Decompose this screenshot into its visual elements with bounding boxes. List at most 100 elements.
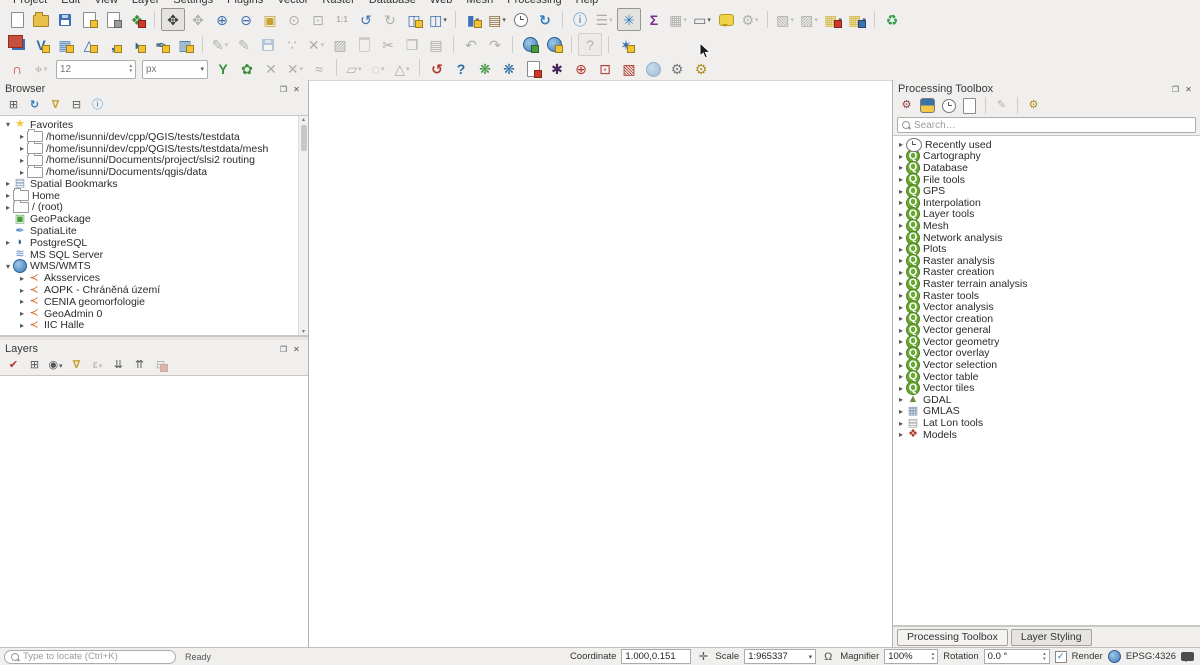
expander-icon[interactable]: ▸ [896,303,906,312]
menu-item[interactable]: Web [430,0,452,6]
processing-tree-item[interactable]: ▸ Q Vector geometry [893,336,1200,348]
expander-icon[interactable]: ▸ [3,203,13,212]
plugin-feature-green-button[interactable]: ❋ [474,59,496,80]
close-panel-button[interactable]: ✕ [1182,83,1195,95]
filter-browser-button[interactable]: ∇ [46,98,65,114]
expander-icon[interactable]: ▸ [896,233,906,242]
magnifier-spinbox[interactable]: 100% ▴▾ [884,649,938,664]
pan-map-button[interactable]: ✥ [161,8,185,31]
expander-icon[interactable]: ▸ [896,430,906,439]
messages-icon[interactable] [1181,652,1194,661]
copy-features-button[interactable]: ❐ [401,34,423,55]
processing-tree-item[interactable]: ▸ Q Raster tools [893,290,1200,302]
history-button[interactable] [939,98,958,114]
expander-icon[interactable]: ▸ [896,152,906,161]
processing-tree-item[interactable]: ▸ Q Vector creation [893,313,1200,325]
expander-icon[interactable]: ▸ [896,407,906,416]
add-delimited-text-button[interactable]: , [102,34,124,55]
processing-tree-item[interactable]: ▸ Q Vector tiles [893,382,1200,394]
processing-tree-item[interactable]: ▸ Q Mesh [893,220,1200,232]
statistical-summary-button[interactable]: Σ [643,9,665,30]
processing-tree-item[interactable]: ▸ Q Network analysis [893,232,1200,244]
menu-item[interactable]: Database [369,0,416,6]
current-edits-button[interactable]: ✎ ▾ [209,34,231,55]
plugin-share-button[interactable]: ♻ [881,9,903,30]
processing-tree-item[interactable]: ▸ Q Vector selection [893,359,1200,371]
expander-icon[interactable]: ▸ [896,326,906,335]
expander-icon[interactable]: ▸ [17,297,27,306]
expander-icon[interactable]: ▸ [896,256,906,265]
expander-icon[interactable]: ▸ [3,238,13,247]
expander-icon[interactable]: ▸ [896,268,906,277]
models-menu-button[interactable]: ⚙ [897,98,916,114]
expander-icon[interactable]: ▸ [896,395,906,404]
browser-tree-item[interactable]: ▸ ≺ GeoAdmin 0 [0,308,308,320]
zoom-native-button[interactable]: 1:1 [331,9,353,30]
edit-in-place-button[interactable]: ✎ [992,98,1011,114]
new-print-layout-button[interactable] [78,9,100,30]
zoom-next-button[interactable]: ↻ [379,9,401,30]
crs-globe-icon[interactable] [1108,650,1121,663]
ows-connections-button[interactable] [543,34,565,55]
vertex-tool-button[interactable]: ✕ ▾ [305,34,327,55]
expander-icon[interactable]: ▸ [896,163,906,172]
expander-icon[interactable]: ▸ [896,210,906,219]
expander-icon[interactable]: ▸ [3,191,13,200]
menu-item[interactable]: Raster [322,0,354,6]
expander-icon[interactable]: ▸ [896,140,906,149]
processing-tree-item[interactable]: ▸ ▲ GDAL [893,394,1200,406]
browser-tree-item[interactable]: ▸ ≺ Aksservices [0,272,308,284]
deselect-features-button[interactable]: ▨ ▾ [798,9,820,30]
processing-tree-item[interactable]: ▸ ▦ GMLAS [893,406,1200,418]
digitize-shape-button[interactable]: ▱ ▾ [343,59,365,80]
processing-tree-item[interactable]: ▸ Q Vector analysis [893,301,1200,313]
scroll-down-icon[interactable]: ▾ [302,328,305,335]
processing-tree-item[interactable]: ▸ Q Interpolation [893,197,1200,209]
float-panel-button[interactable]: ❐ [277,83,290,95]
paste-features-button[interactable]: ▤ [425,34,447,55]
measure-button[interactable]: ▭ ▾ [691,9,713,30]
snapping-tolerance-spinbox[interactable]: 12 ▴▾ [56,60,136,79]
python-scripts-button[interactable] [918,98,937,114]
add-record-button[interactable]: ∵ [281,34,303,55]
processing-tree-item[interactable]: ▸ Q Layer tools [893,209,1200,221]
processing-search-input[interactable]: Search… [897,117,1196,133]
processing-tree-item[interactable]: ▸ Q Cartography [893,151,1200,163]
zoom-out-button[interactable]: ⊖ [235,9,257,30]
scale-combo[interactable]: 1:965337 ▾ [744,649,816,664]
browser-tree-item[interactable]: ✒ SpatiaLite [0,225,308,237]
options-button[interactable]: ⚙ [1024,98,1043,114]
browser-tree-item[interactable]: ▸ Home [0,190,308,202]
digitize-circle-button[interactable]: ◌ ▾ [367,59,389,80]
toggle-editing-button[interactable]: ✎ [233,34,255,55]
pan-to-selection-button[interactable]: ✥ [187,9,209,30]
lock-scale-icon[interactable]: Ω [821,651,835,663]
attribute-table-button[interactable]: ▦ ▾ [667,9,689,30]
cut-features-button[interactable]: ✂ [377,34,399,55]
scrollbar-thumb[interactable] [301,125,307,151]
processing-tree-item[interactable]: ▸ Q Raster analysis [893,255,1200,267]
menu-item[interactable]: Plugins [227,0,263,6]
browser-tree-item[interactable]: ▸ /home/isunni/dev/cpp/QGIS/tests/testda… [0,131,308,143]
topological-editing-button[interactable]: Y [212,59,234,80]
save-edits-button[interactable] [257,34,279,55]
spin-arrows-icon[interactable]: ▴▾ [1043,652,1046,662]
expander-icon[interactable]: ▸ [17,156,27,165]
map-themes-button[interactable]: ◉ ▾ [46,358,65,374]
results-viewer-button[interactable] [960,98,979,114]
filter-legend-button[interactable]: ∇ [67,358,86,374]
float-panel-button[interactable]: ❐ [277,343,290,355]
multiedit-attributes-button[interactable]: ▨ [329,34,351,55]
processing-tree-item[interactable]: ▸ Q Vector general [893,325,1200,337]
expander-icon[interactable]: ▸ [896,198,906,207]
expander-icon[interactable]: ▸ [896,349,906,358]
processing-tree-item[interactable]: ▸ Q Raster creation [893,267,1200,279]
expander-icon[interactable]: ▸ [896,384,906,393]
menu-item[interactable]: View [94,0,118,6]
add-vector-layer-button[interactable]: V [30,34,52,55]
add-spatialite-button[interactable]: ✒ [150,34,172,55]
spin-arrows-icon[interactable]: ▴▾ [932,652,935,662]
add-postgis-button[interactable]: ◗ [126,34,148,55]
add-virtual-layer-button[interactable]: ▥ [174,34,196,55]
expander-icon[interactable]: ▸ [17,309,27,318]
